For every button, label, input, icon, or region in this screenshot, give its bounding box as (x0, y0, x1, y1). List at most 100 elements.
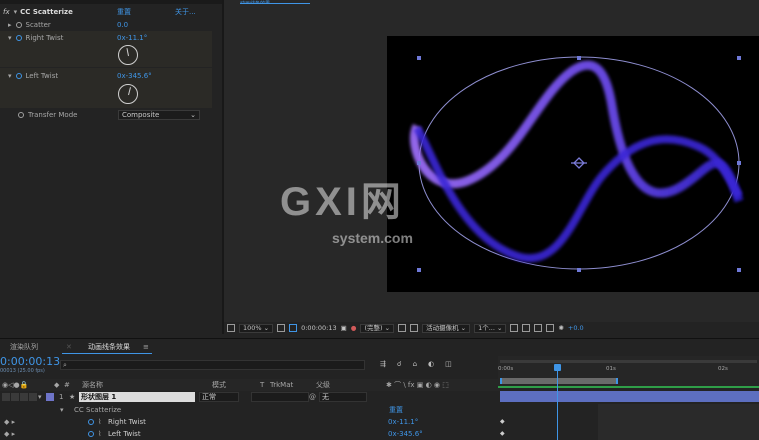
mask-toggle-icon[interactable] (289, 324, 298, 332)
mode-select[interactable]: 正常 (199, 392, 239, 402)
expand-arrow-icon[interactable]: ▾ (8, 34, 12, 42)
layer-duration-bar[interactable] (500, 391, 759, 402)
effect-reset-link[interactable]: 重置 (389, 405, 403, 415)
expand-arrow-icon[interactable]: ▾ (60, 406, 74, 414)
subprop-value[interactable]: 0x-11.1° (388, 418, 418, 426)
reset-link[interactable]: 重置 (117, 7, 131, 17)
layer-row[interactable]: ▾ 1 ★ 形状图层 1 正常 @ 无 (0, 391, 500, 403)
keyframe-icon[interactable]: ◆ (500, 430, 505, 437)
comp-canvas[interactable] (387, 36, 759, 292)
render-bar (498, 386, 759, 388)
stopwatch-icon[interactable] (88, 431, 94, 437)
canvas-artwork (409, 56, 744, 272)
label-color-swatch[interactable] (46, 393, 54, 401)
close-icon[interactable]: ✕ (66, 341, 72, 353)
toggle-icon[interactable] (227, 324, 235, 332)
scatter-value[interactable]: 0.0 (117, 21, 128, 29)
current-timecode[interactable]: 0:00:00:13 (0, 356, 60, 368)
subprop-value[interactable]: 0x-345.6° (388, 430, 423, 438)
roi-icon[interactable] (398, 324, 407, 332)
layer-search-input[interactable]: ⌕ (60, 360, 365, 370)
graph-icon[interactable]: ⌇ (98, 418, 108, 426)
solo-checkbox[interactable] (20, 393, 28, 401)
dial-needle (128, 87, 132, 96)
panel-menu-icon[interactable]: ≡ (143, 341, 149, 353)
fx-toggle[interactable]: fx (3, 8, 10, 16)
effect-row[interactable]: ▾ CC Scatterize 重置 (0, 404, 500, 416)
prop-name: Right Twist (25, 33, 64, 42)
prop-name: Left Twist (25, 71, 59, 80)
expand-arrow-icon[interactable]: ▾ (8, 72, 12, 80)
trkmat-select[interactable] (251, 392, 309, 402)
expand-arrow-icon[interactable]: ▾ (38, 393, 46, 401)
graph-editor-icon[interactable]: ◫ (445, 360, 452, 370)
dial-needle (126, 48, 130, 57)
keyframe-nav-icon[interactable]: ◆ ▸ (4, 418, 88, 426)
col-trkmat: TrkMat (270, 381, 294, 389)
subprop-row-right-twist[interactable]: ◆ ▸ ⌇ Right Twist 0x-11.1° (0, 416, 500, 428)
fast-preview-icon[interactable] (546, 324, 555, 332)
views-select[interactable]: 1个... ⌄ (474, 323, 507, 333)
left-twist-value[interactable]: 0x-345.6° (117, 72, 152, 80)
stopwatch-icon[interactable] (15, 21, 22, 28)
lock-checkbox[interactable] (29, 393, 37, 401)
stopwatch-icon[interactable] (18, 111, 24, 118)
stopwatch-icon[interactable] (15, 34, 22, 41)
parent-value: 无 (322, 393, 329, 401)
layer-name[interactable]: 形状图层 1 (79, 392, 195, 402)
tab-composition[interactable]: 动画线条效果 (88, 341, 130, 353)
motion-blur-icon[interactable]: ◐ (428, 360, 434, 370)
zoom-select[interactable]: 100% ⌄ (239, 323, 274, 333)
fps-readout: 00013 (25.00 fps) (0, 368, 45, 374)
prop-row-transfer-mode: Transfer Mode Composite ⌄ (0, 109, 222, 120)
stopwatch-icon[interactable] (88, 419, 94, 425)
audio-checkbox[interactable] (11, 393, 19, 401)
frame-blend-icon[interactable]: ⌂ (413, 360, 417, 370)
subprop-row-left-twist[interactable]: ◆ ▸ ⌇ Left Twist 0x-345.6° (0, 428, 500, 440)
left-twist-block: ▾ Left Twist 0x-345.6° (0, 68, 212, 108)
prop-row-right-twist: ▾ Right Twist 0x-11.1° (0, 32, 212, 43)
grid-icon[interactable] (277, 324, 286, 332)
flowchart-icon[interactable] (534, 324, 543, 332)
draft-3d-icon[interactable]: ⇶ (380, 360, 386, 370)
transparency-icon[interactable] (410, 324, 419, 332)
work-area-bar[interactable] (500, 378, 618, 384)
about-link[interactable]: 关于... (175, 7, 196, 17)
playhead-handle[interactable] (554, 364, 561, 371)
ruler-label: 0:00s (498, 366, 514, 372)
keyframe-icon[interactable]: ◆ (500, 418, 505, 425)
pickwhip-icon[interactable]: @ (309, 393, 319, 401)
pixel-icon[interactable] (522, 324, 531, 332)
keyframe-nav-icon[interactable]: ◆ ▸ (4, 430, 88, 438)
collapse-arrow-icon[interactable]: ▾ (14, 8, 18, 16)
exposure-icon[interactable]: ✺ (558, 324, 563, 332)
subprop-name: Left Twist (108, 430, 141, 438)
time-ruler[interactable]: 0:00s 01s 02s (498, 356, 759, 386)
playhead-line[interactable] (557, 366, 558, 440)
tab-render-queue[interactable]: 渲染队列 (10, 341, 38, 353)
star-icon: ★ (69, 393, 76, 401)
camera-select[interactable]: 活动摄像机 ⌄ (422, 323, 471, 333)
stopwatch-icon[interactable] (15, 72, 22, 79)
anchor-point-icon[interactable] (571, 157, 587, 169)
right-twist-value[interactable]: 0x-11.1° (117, 34, 147, 42)
effect-header-row[interactable]: fx ▾ CC Scatterize 重置 关于... (0, 6, 222, 17)
resolution-select[interactable]: (完整) ⌄ (360, 323, 395, 333)
parent-select[interactable]: 无 (319, 392, 367, 402)
layout-icon[interactable] (510, 324, 519, 332)
expand-arrow-icon[interactable]: ▸ (8, 21, 12, 29)
camera-snapshot-icon[interactable]: ▣ (341, 324, 347, 332)
right-twist-dial[interactable] (118, 45, 138, 65)
viewer-tab[interactable]: 动画线条效果 (240, 0, 310, 4)
transfer-mode-select[interactable]: Composite ⌄ (118, 110, 200, 120)
left-twist-dial[interactable] (118, 84, 138, 104)
exposure-value[interactable]: +0.0 (568, 324, 584, 332)
layer-switches-icons: ✱ ⌒ \ fx ▣ ◐ ◉ ⬚ (386, 381, 449, 389)
timecode-display[interactable]: 0:00:00:13 (301, 324, 337, 332)
effect-name: CC Scatterize (20, 7, 73, 16)
visibility-checkbox[interactable] (2, 393, 10, 401)
shy-icon[interactable]: ☌ (397, 360, 402, 370)
graph-icon[interactable]: ⌇ (98, 430, 108, 438)
color-icon[interactable]: ● (351, 324, 357, 332)
col-source-name[interactable]: 源名称 (82, 380, 212, 390)
